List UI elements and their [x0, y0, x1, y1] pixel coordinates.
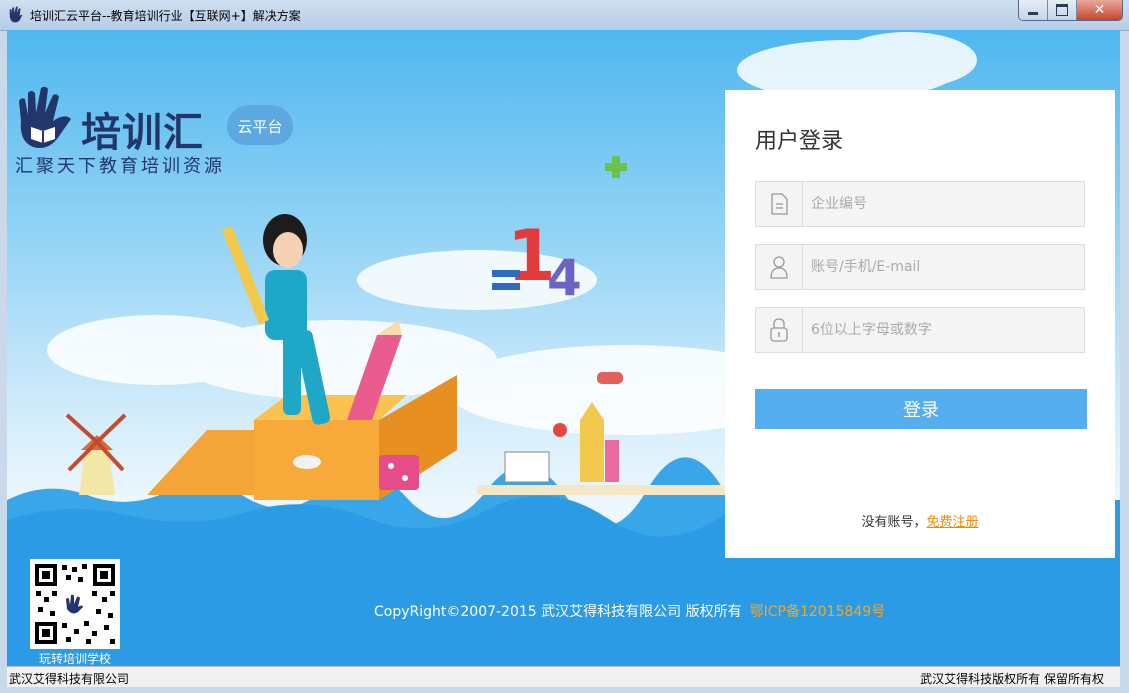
close-icon: ✕ — [1093, 2, 1106, 18]
math-symbols-illustration: 1 4 — [492, 156, 627, 307]
window-titlebar: 培训汇云平台--教育培训行业【互联网+】解决方案 ✕ — [0, 0, 1129, 31]
password-input[interactable] — [803, 308, 1089, 352]
login-panel: 用户登录 登录 没有账号，免费注册 — [725, 90, 1115, 558]
maximize-icon — [1056, 4, 1068, 16]
account-input[interactable] — [803, 245, 1089, 289]
login-button[interactable]: 登录 — [755, 389, 1087, 429]
minimize-icon — [1028, 11, 1038, 15]
password-field — [755, 307, 1089, 353]
free-register-link[interactable]: 免费注册 — [927, 515, 979, 530]
copyright-text: CopyRight©2007-2015 武汉艾得科技有限公司 版权所有 鄂ICP备… — [374, 601, 885, 621]
qr-code — [30, 559, 120, 649]
maximize-button[interactable] — [1048, 0, 1077, 20]
copyright-owner: CopyRight©2007-2015 武汉艾得科技有限公司 版权所有 — [374, 604, 742, 620]
status-rights: 武汉艾得科技版权所有 保留所有权 — [920, 672, 1104, 686]
windmill-illustration — [65, 413, 127, 495]
qr-code-image — [35, 564, 115, 644]
login-title: 用户登录 — [755, 129, 844, 154]
svg-text:4: 4 — [547, 249, 582, 307]
minimize-button[interactable] — [1019, 0, 1048, 20]
lock-icon — [756, 308, 803, 352]
document-icon — [756, 182, 803, 226]
icp-license-link[interactable]: 鄂ICP备12015849号 — [750, 604, 886, 620]
hand-book-icon — [19, 86, 71, 148]
qr-code-label: 玩转培训学校 — [38, 652, 111, 666]
no-account-text: 没有账号， — [861, 515, 927, 530]
brand-name: 培训汇 — [81, 110, 204, 156]
main-view: 1 4 培训汇 云平台 汇聚天下教育培训资源 用户登录 企业编号 账号/手机/E… — [7, 30, 1120, 666]
status-bar: 武汉艾得科技有限公司 武汉艾得科技版权所有 保留所有权 — [7, 666, 1120, 687]
close-button[interactable]: ✕ — [1077, 0, 1122, 20]
account-field — [755, 244, 1089, 290]
hand-logo-icon — [9, 6, 23, 23]
company-id-field — [755, 181, 1089, 227]
register-prompt: 没有账号，免费注册 — [725, 511, 1115, 530]
window-controls: ✕ — [1018, 0, 1123, 21]
status-company: 武汉艾得科技有限公司 — [9, 672, 130, 686]
window-title: 培训汇云平台--教育培训行业【互联网+】解决方案 — [30, 9, 301, 23]
company-id-input[interactable] — [803, 182, 1089, 226]
user-icon — [756, 245, 803, 289]
brand-slogan: 汇聚天下教育培训资源 — [15, 156, 225, 177]
cloud-platform-badge: 云平台 — [227, 105, 293, 145]
